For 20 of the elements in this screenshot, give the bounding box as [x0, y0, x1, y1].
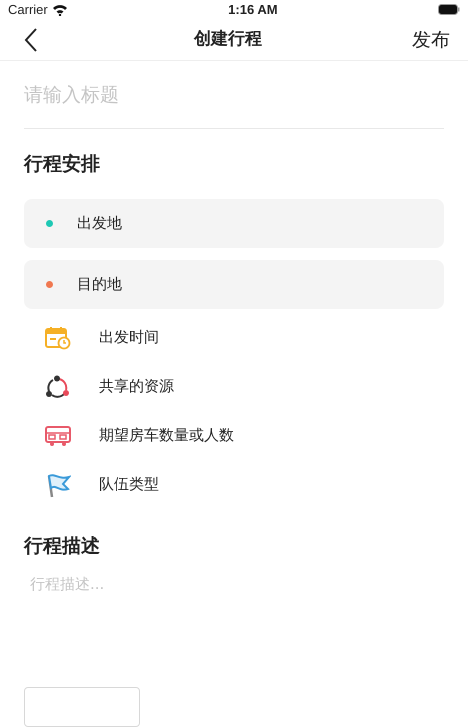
publish-button[interactable]: 发布 — [412, 26, 450, 54]
battery-icon — [438, 4, 460, 16]
wifi-icon — [52, 4, 68, 16]
calendar-clock-icon — [45, 326, 71, 350]
clock-text: 1:16 AM — [228, 1, 278, 19]
section-heading: 行程安排 — [24, 152, 101, 177]
option-row[interactable]: 队伍类型 — [24, 460, 444, 509]
option-row[interactable]: 共享的资源 — [24, 362, 444, 411]
description-field[interactable]: 行程描述... — [24, 569, 444, 669]
page-title: 创建行程 — [194, 28, 262, 51]
carrier-text: Carrier — [8, 1, 48, 19]
flag-icon — [45, 472, 71, 498]
camper-van-icon — [45, 424, 71, 446]
section-heading: 行程描述 — [24, 534, 101, 559]
location-selector[interactable]: 目的地 — [24, 260, 444, 309]
location-selector[interactable]: 出发地 — [24, 199, 444, 248]
title-input-field[interactable]: 请输入标题 — [24, 61, 444, 129]
option-row[interactable]: 出发时间 — [24, 313, 444, 362]
option-row[interactable]: 期望房车数量或人数 — [24, 411, 444, 460]
share-icon — [45, 374, 71, 398]
